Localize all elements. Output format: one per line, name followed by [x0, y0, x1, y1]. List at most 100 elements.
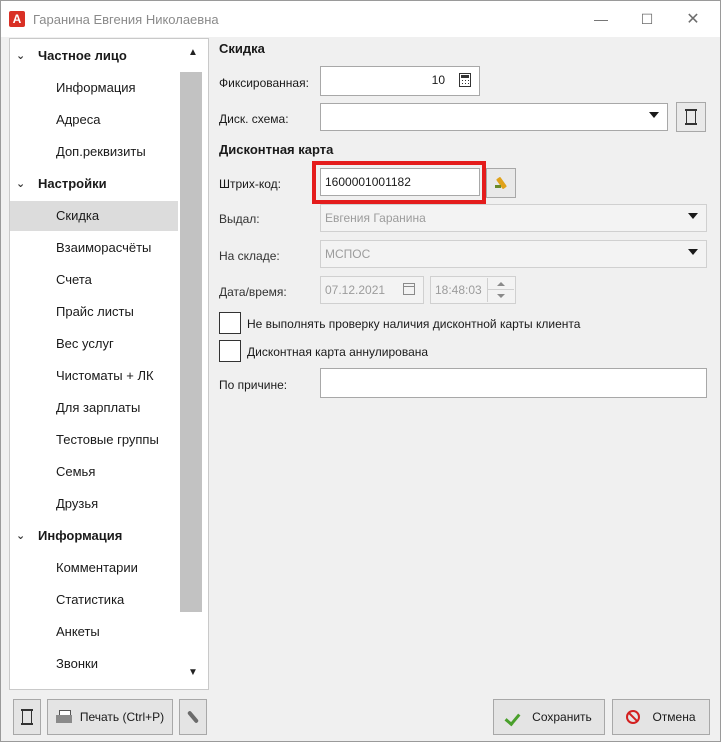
card-cancelled-checkbox[interactable] — [219, 340, 241, 362]
reason-input[interactable] — [320, 368, 707, 398]
time-input[interactable]: 18:48:03 — [430, 276, 516, 304]
sidebar-item-surveys[interactable]: Анкеты — [10, 617, 178, 647]
customer-window: A Гаранина Евгения Николаевна — ☐ ✕ ⌄ Ча… — [0, 0, 721, 742]
sidebar-item-chistomaty[interactable]: Чистоматы + ЛК — [10, 361, 178, 391]
tree-group-private-person[interactable]: ⌄ Частное лицо — [10, 41, 178, 71]
sidebar-item-statistics[interactable]: Статистика — [10, 585, 178, 615]
sidebar-item-info[interactable]: Информация — [10, 73, 178, 103]
cancel-button[interactable]: Отмена — [612, 699, 710, 735]
sidebar-item-test-groups[interactable]: Тестовые группы — [10, 425, 178, 455]
sidebar-item-friends[interactable]: Друзья — [10, 489, 178, 519]
calendar-icon[interactable] — [403, 283, 415, 295]
save-button-label: Сохранить — [532, 710, 592, 724]
fixed-discount-value: 10 — [431, 73, 445, 87]
sidebar-item-label: Информация — [56, 80, 136, 95]
calculator-icon[interactable] — [459, 73, 471, 87]
sidebar-item-label: Чистоматы + ЛК — [56, 368, 154, 383]
sidebar-scrollbar[interactable]: ▲ ▼ — [180, 39, 208, 689]
sidebar-item-label: Комментарии — [56, 560, 138, 575]
discount-scheme-select[interactable] — [320, 103, 668, 131]
sidebar-item-label: Друзья — [56, 496, 99, 511]
chevron-down-icon[interactable]: ⌄ — [16, 41, 28, 71]
fixed-discount-label: Фиксированная: — [219, 76, 309, 90]
tree-group-label: Информация — [38, 528, 123, 543]
magic-wand-icon — [493, 175, 509, 191]
date-value: 07.12.2021 — [325, 283, 386, 297]
sidebar-item-label: Вес услуг — [56, 336, 114, 351]
sidebar-item-label: Взаиморасчёты — [56, 240, 152, 255]
spin-up-button[interactable] — [488, 278, 514, 290]
maximize-button[interactable]: ☐ — [624, 1, 670, 37]
card-cancelled-label[interactable]: Дисконтная карта аннулирована — [247, 345, 428, 359]
sidebar-item-label: Адреса — [56, 112, 101, 127]
reason-label: По причине: — [219, 378, 288, 392]
scheme-history-button[interactable] — [676, 102, 706, 132]
sidebar-item-label: Доп.реквизиты — [56, 144, 146, 159]
sidebar-item-addresses[interactable]: Адреса — [10, 105, 178, 135]
sidebar-item-label: Счета — [56, 272, 92, 287]
skip-card-check-label[interactable]: Не выполнять проверку наличия дисконтной… — [247, 317, 580, 331]
save-button[interactable]: Сохранить — [493, 699, 605, 735]
sidebar-item-salary[interactable]: Для зарплаты — [10, 393, 178, 423]
minimize-button[interactable]: — — [578, 1, 624, 37]
tools-button[interactable] — [179, 699, 207, 735]
app-logo-icon: A — [9, 11, 25, 27]
sidebar-item-service-weight[interactable]: Вес услуг — [10, 329, 178, 359]
sidebar-item-settlements[interactable]: Взаиморасчёты — [10, 233, 178, 263]
arrow-down-icon — [497, 294, 505, 298]
close-button[interactable]: ✕ — [670, 1, 716, 37]
sidebar-item-discount[interactable]: Скидка — [10, 201, 178, 231]
barcode-highlight — [312, 161, 486, 204]
issued-by-select[interactable]: Евгения Гаранина — [320, 204, 707, 232]
scroll-thumb[interactable] — [180, 72, 202, 612]
arrow-up-icon — [497, 281, 505, 286]
sidebar-item-label: Скидка — [56, 208, 100, 223]
issued-by-label: Выдал: — [219, 212, 260, 226]
check-icon — [506, 709, 522, 725]
title-bar: A Гаранина Евгения Николаевна — ☐ ✕ — [1, 1, 720, 37]
window-title: Гаранина Евгения Николаевна — [33, 12, 219, 27]
wrench-icon — [186, 710, 200, 724]
discount-scheme-label: Диск. схема: — [219, 112, 289, 126]
chevron-down-icon[interactable] — [649, 112, 659, 118]
time-spinner[interactable] — [487, 278, 514, 302]
hourglass-icon — [685, 109, 697, 125]
datetime-label: Дата/время: — [219, 285, 287, 299]
chevron-down-icon[interactable]: ⌄ — [16, 521, 28, 551]
chevron-down-icon[interactable]: ⌄ — [16, 169, 28, 199]
sidebar-item-family[interactable]: Семья — [10, 457, 178, 487]
sidebar-item-extra-details[interactable]: Доп.реквизиты — [10, 137, 178, 167]
time-value: 18:48:03 — [435, 283, 482, 297]
sidebar-item-comments[interactable]: Комментарии — [10, 553, 178, 583]
date-input[interactable]: 07.12.2021 — [320, 276, 424, 304]
cancel-button-label: Отмена — [652, 710, 696, 724]
chevron-down-icon[interactable] — [688, 213, 698, 219]
scroll-up-icon[interactable]: ▲ — [188, 47, 198, 58]
fixed-discount-input[interactable]: 10 — [320, 66, 480, 96]
section-title-discount-card: Дисконтная карта — [219, 142, 334, 157]
generate-barcode-button[interactable] — [486, 168, 516, 198]
sidebar-item-calls[interactable]: Звонки — [10, 649, 178, 679]
warehouse-select[interactable]: МСПОС — [320, 240, 707, 268]
cancel-icon — [626, 710, 641, 724]
sidebar-item-price-lists[interactable]: Прайс листы — [10, 297, 178, 327]
sidebar-item-label: Семья — [56, 464, 96, 479]
warehouse-label: На складе: — [219, 249, 280, 263]
sidebar-tree: ⌄ Частное лицо Информация Адреса Доп.рек… — [9, 38, 209, 690]
spin-down-button[interactable] — [488, 290, 514, 302]
footer-toolbar: Печать (Ctrl+P) Сохранить Отмена — [1, 691, 720, 741]
sidebar-item-accounts[interactable]: Счета — [10, 265, 178, 295]
sidebar-item-label: Статистика — [56, 592, 125, 607]
sidebar-item-label: Прайс листы — [56, 304, 134, 319]
tree-group-settings[interactable]: ⌄ Настройки — [10, 169, 178, 199]
tree-group-information[interactable]: ⌄ Информация — [10, 521, 178, 551]
history-button[interactable] — [13, 699, 41, 735]
chevron-down-icon[interactable] — [688, 249, 698, 255]
hourglass-icon — [21, 709, 33, 725]
skip-card-check-checkbox[interactable] — [219, 312, 241, 334]
scroll-down-icon[interactable]: ▼ — [188, 667, 198, 678]
tree-group-label: Настройки — [38, 176, 107, 191]
print-button-label: Печать (Ctrl+P) — [79, 710, 165, 724]
tree-group-label: Частное лицо — [38, 48, 127, 63]
print-button[interactable]: Печать (Ctrl+P) — [47, 699, 173, 735]
